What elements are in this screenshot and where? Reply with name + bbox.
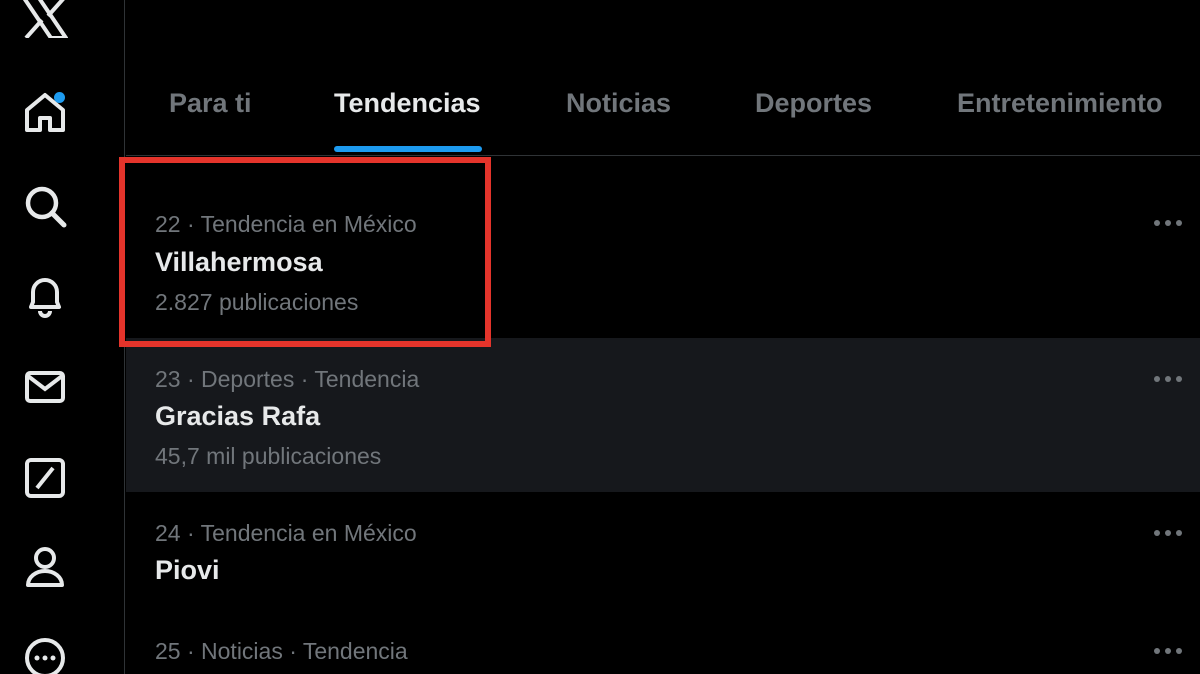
- trend-meta: 24 · Tendencia en México: [155, 520, 417, 546]
- app-window: Para ti Tendencias Noticias Deportes Ent…: [0, 0, 1200, 674]
- tab-tendencias[interactable]: Tendencias: [334, 88, 481, 119]
- ellipsis-icon: [1154, 376, 1182, 382]
- trend-meta: 23 · Deportes · Tendencia: [155, 366, 420, 392]
- bell-icon[interactable]: [21, 272, 69, 320]
- more-options-button[interactable]: [1148, 518, 1188, 548]
- home-icon[interactable]: [21, 88, 69, 136]
- explore-tabs: Para ti Tendencias Noticias Deportes Ent…: [126, 60, 1200, 156]
- trend-name: Piovi: [155, 555, 220, 585]
- search-icon[interactable]: [21, 182, 69, 230]
- trend-name: Gracias Rafa: [155, 401, 321, 431]
- tab-para-ti[interactable]: Para ti: [169, 88, 252, 119]
- x-logo-icon[interactable]: [21, 0, 69, 42]
- main-column: Para ti Tendencias Noticias Deportes Ent…: [126, 0, 1200, 674]
- more-circle-icon[interactable]: [21, 634, 69, 674]
- ellipsis-icon: [1154, 648, 1182, 654]
- ellipsis-icon: [1154, 220, 1182, 226]
- trend-item[interactable]: 25 · Noticias · Tendencia: [126, 610, 1200, 674]
- grok-icon[interactable]: [21, 454, 69, 502]
- trend-post-count: 45,7 mil publicaciones: [155, 443, 382, 469]
- notification-dot: [54, 92, 65, 103]
- tab-deportes[interactable]: Deportes: [755, 88, 872, 119]
- more-options-button[interactable]: [1148, 364, 1188, 394]
- sidebar-nav: [0, 0, 125, 674]
- trend-item[interactable]: 23 · Deportes · Tendencia Gracias Rafa 4…: [126, 338, 1200, 492]
- ellipsis-icon: [1154, 530, 1182, 536]
- trend-name: Villahermosa: [155, 247, 323, 277]
- profile-icon[interactable]: [21, 542, 69, 590]
- trend-item[interactable]: 24 · Tendencia en México Piovi: [126, 492, 1200, 610]
- active-tab-indicator: [334, 146, 482, 152]
- tab-entretenimiento[interactable]: Entretenimiento: [957, 88, 1163, 119]
- trend-item[interactable]: 22 · Tendencia en México Villahermosa 2.…: [126, 156, 1200, 338]
- trend-post-count: 2.827 publicaciones: [155, 289, 359, 315]
- trend-meta: 22 · Tendencia en México: [155, 211, 417, 237]
- mail-icon[interactable]: [21, 363, 69, 411]
- more-options-button[interactable]: [1148, 208, 1188, 238]
- more-options-button[interactable]: [1148, 636, 1188, 666]
- trend-meta: 25 · Noticias · Tendencia: [155, 638, 408, 664]
- tab-noticias[interactable]: Noticias: [566, 88, 671, 119]
